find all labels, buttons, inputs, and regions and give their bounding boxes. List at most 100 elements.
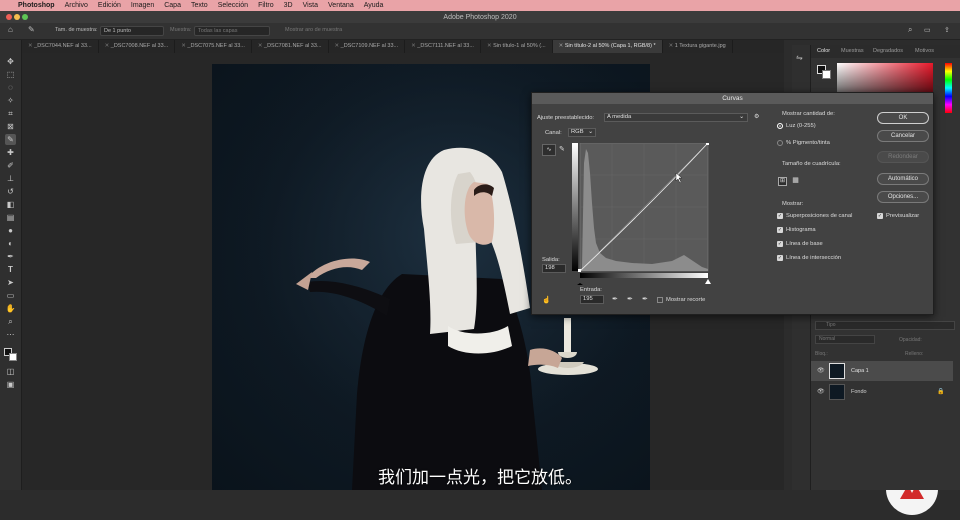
eyedropper-icon[interactable]: ✎ (5, 134, 16, 145)
move-tool-icon[interactable]: ✥ (5, 56, 16, 67)
zoom-window-icon[interactable] (22, 14, 28, 20)
path-selection-icon[interactable]: ➤ (5, 277, 16, 288)
document-tab[interactable]: ✕ _DSC7075.NEF al 33... (175, 40, 252, 53)
menu-capa[interactable]: Capa (164, 2, 181, 9)
document-tab[interactable]: ✕ _DSC7109.NEF al 33... (329, 40, 406, 53)
tab-degradados[interactable]: Degradados (873, 48, 903, 54)
document-tab[interactable]: ✕ _DSC7081.NEF al 33... (252, 40, 329, 53)
layer-row[interactable]: 👁 Fondo 🔒 (811, 382, 953, 402)
menu-imagen[interactable]: Imagen (131, 2, 154, 9)
quick-selection-tool-icon[interactable]: ✧ (5, 95, 16, 106)
white-eyedropper-icon[interactable]: ✒ (642, 295, 648, 303)
lasso-tool-icon[interactable]: ◌ (5, 82, 16, 93)
healing-brush-icon[interactable]: ✚ (5, 147, 16, 158)
channel-select[interactable]: RGB ⌄ (568, 128, 596, 137)
document-tab[interactable]: ✕ 1 Textura gigante.jpg (663, 40, 733, 53)
sample-size-select[interactable]: De 1 punto (100, 26, 164, 36)
tab-muestras[interactable]: Muestras (841, 48, 864, 54)
show-sampling-ring-checkbox[interactable]: Mostrar aro de muestra (285, 27, 342, 33)
visibility-eye-icon[interactable]: 👁 (817, 367, 825, 374)
screen-mode-icon[interactable]: ▣ (5, 379, 16, 390)
preview-checkbox[interactable]: ✓ (877, 213, 883, 219)
input-input[interactable]: 195 (580, 295, 604, 304)
menu-seleccion[interactable]: Selección (218, 2, 248, 9)
document-tab[interactable]: ✕ _DSC7008.NEF al 33... (99, 40, 176, 53)
more-tools-icon[interactable]: ⋯ (5, 329, 16, 340)
zoom-tool-icon[interactable]: ⌕ (5, 316, 16, 327)
histogram-checkbox[interactable]: ✓ (777, 227, 783, 233)
options-bar: ⌂ ✎ Tam. de muestra: De 1 punto Muestra:… (0, 23, 960, 40)
visibility-eye-icon[interactable]: 👁 (817, 388, 825, 395)
document-tab-active[interactable]: ✕ Sin título-2 al 50% (Capa 1, RGB/8) * (552, 40, 663, 53)
rectangle-tool-icon[interactable]: ▭ (5, 290, 16, 301)
simple-grid-icon[interactable]: ⊞ (778, 177, 787, 186)
tab-motivos[interactable]: Motivos (915, 48, 934, 54)
history-brush-icon[interactable]: ↺ (5, 186, 16, 197)
frame-tool-icon[interactable]: ⊠ (5, 121, 16, 132)
light-radio[interactable] (777, 123, 783, 129)
show-clipping-checkbox[interactable] (657, 297, 663, 303)
channel-overlays-checkbox[interactable]: ✓ (777, 213, 783, 219)
dodge-tool-icon[interactable]: ◐ (5, 238, 16, 249)
gradient-tool-icon[interactable]: ▤ (5, 212, 16, 223)
menu-edicion[interactable]: Edición (98, 2, 121, 9)
menu-archivo[interactable]: Archivo (65, 2, 88, 9)
menu-ayuda[interactable]: Ayuda (364, 2, 384, 9)
crop-tool-icon[interactable]: ⌗ (5, 108, 16, 119)
document-tab[interactable]: ✕ _DSC7111.NEF al 33... (405, 40, 481, 53)
menu-ventana[interactable]: Ventana (328, 2, 354, 9)
menu-3d[interactable]: 3D (284, 2, 293, 9)
ok-button[interactable]: OK (877, 112, 929, 124)
tab-color[interactable]: Color (817, 48, 830, 54)
clone-stamp-icon[interactable]: ⊥ (5, 173, 16, 184)
menu-texto[interactable]: Texto (191, 2, 208, 9)
options-button[interactable]: Opciones... (877, 191, 929, 203)
type-tool-icon[interactable]: T (5, 264, 16, 275)
curve-graph[interactable] (572, 143, 712, 285)
app-menu[interactable]: Photoshop (18, 2, 55, 9)
preset-options-gear-icon[interactable]: ⚙ (754, 114, 759, 120)
smooth-button[interactable]: Redondear (877, 151, 929, 163)
panel-background-swatch[interactable] (822, 70, 831, 79)
pigment-radio[interactable] (777, 140, 783, 146)
minimize-window-icon[interactable] (14, 14, 20, 20)
intersection-line-checkbox[interactable]: ✓ (777, 255, 783, 261)
eyedropper-tool-icon[interactable]: ✎ (28, 25, 35, 34)
layers-filter-input[interactable]: Tipo (815, 321, 955, 330)
marquee-tool-icon[interactable]: ⬚ (5, 69, 16, 80)
pencil-draw-tool-icon[interactable]: ✎ (559, 145, 565, 153)
blur-tool-icon[interactable]: ● (5, 225, 16, 236)
close-window-icon[interactable] (6, 14, 12, 20)
detailed-grid-icon[interactable]: ▦ (791, 177, 800, 186)
history-panel-icon[interactable]: ⇋ (796, 53, 803, 62)
brush-tool-icon[interactable]: ✐ (5, 160, 16, 171)
baseline-checkbox[interactable]: ✓ (777, 241, 783, 247)
blend-mode-select[interactable]: Normal (815, 335, 875, 344)
cancel-button[interactable]: Cancelar (877, 130, 929, 142)
background-color-swatch[interactable] (9, 353, 17, 361)
output-input[interactable]: 198 (542, 264, 566, 273)
quick-mask-icon[interactable]: ◫ (5, 366, 16, 377)
pen-tool-icon[interactable]: ✒ (5, 251, 16, 262)
menu-filtro[interactable]: Filtro (258, 2, 274, 9)
hue-slider[interactable] (945, 63, 952, 113)
eraser-tool-icon[interactable]: ◧ (5, 199, 16, 210)
share-icon[interactable]: ⇪ (944, 26, 950, 34)
workspace-icon[interactable]: ▭ (924, 26, 931, 34)
preset-select[interactable]: A medida ⌄ (604, 113, 748, 122)
black-eyedropper-icon[interactable]: ✒ (612, 295, 618, 303)
search-icon[interactable]: ⌕ (908, 25, 912, 35)
document-tab[interactable]: ✕ Sin título-1 al 50% (... (481, 40, 553, 53)
target-adjust-hand-icon[interactable]: ☝ (542, 296, 551, 304)
menu-vista[interactable]: Vista (303, 2, 318, 9)
layer-row-selected[interactable]: 👁 Capa 1 (811, 361, 953, 381)
document-tab[interactable]: ✕ _DSC7044.NEF al 33... (22, 40, 99, 53)
home-icon[interactable]: ⌂ (8, 25, 13, 34)
curve-points-tool-icon[interactable]: ∿ (542, 144, 556, 156)
input-label: Entrada: (580, 287, 602, 293)
hand-tool-icon[interactable]: ✋ (5, 303, 16, 314)
gray-eyedropper-icon[interactable]: ✒ (627, 295, 633, 303)
auto-button[interactable]: Automático (877, 173, 929, 185)
window-title-bar: Adobe Photoshop 2020 (0, 11, 960, 23)
sample-select[interactable]: Todas las capas (194, 26, 270, 36)
